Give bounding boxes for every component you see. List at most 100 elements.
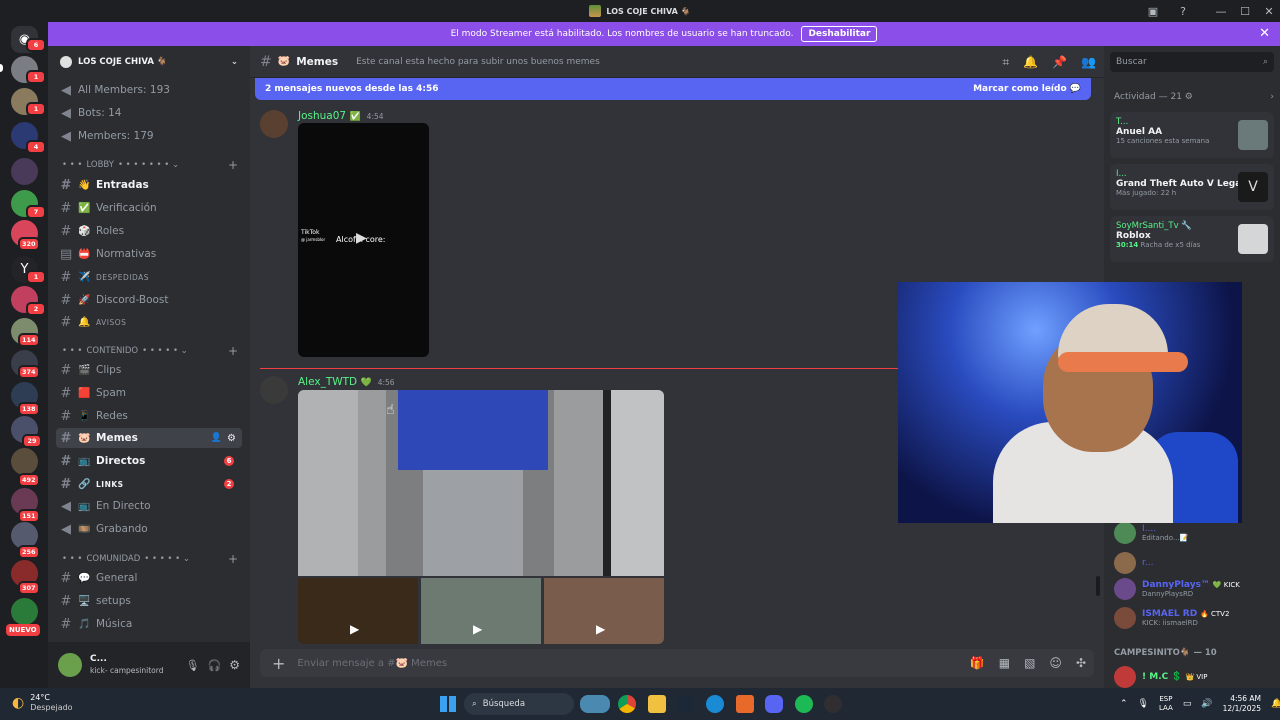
clock[interactable]: 4:56 AM 12/1/2025 — [1223, 694, 1261, 714]
message-input[interactable]: + Enviar mensaje a #🐷 Memes 🎁 ▦ ▧ ☺ ✣ — [260, 649, 1094, 677]
channel-musica[interactable]: # 🎵 Música — [56, 614, 242, 634]
channel-directos[interactable]: # 📺 Directos 6 — [56, 451, 242, 471]
add-attachment-icon[interactable]: + — [272, 654, 285, 673]
channel-links[interactable]: # 🔗 LINKS 2 — [56, 474, 242, 494]
search-input[interactable]: Buscar ⌕ — [1110, 52, 1274, 72]
channel-general[interactable]: # 💬 General — [56, 568, 242, 588]
image-attachment[interactable] — [298, 390, 664, 576]
message-author[interactable]: Alex_TWTD 💚 4:56 — [298, 376, 395, 388]
channel-grabando[interactable]: ◀ 🎞️ Grabando — [56, 519, 242, 539]
category-comunidad[interactable]: • • • COMUNIDAD • • • • • ⌄ + — [62, 552, 242, 566]
channel-spam[interactable]: # 🟥 Spam — [56, 383, 242, 403]
volume-icon[interactable]: 🔊 — [1201, 699, 1212, 709]
member-row[interactable]: ! M.C 💲 👑 VIP — [1114, 666, 1207, 688]
channel-memes[interactable]: # 🐷 Memes 👤 ⚙ — [56, 428, 242, 448]
gear-icon[interactable]: ⚙ — [1185, 92, 1193, 102]
member-row[interactable]: ISMAEL RD 🔥 CTV2 KICK: iismaelRD — [1114, 607, 1229, 629]
app-icon[interactable] — [736, 695, 754, 713]
channel-roles[interactable]: # 🎲 Roles — [56, 221, 242, 241]
channel-verificacion[interactable]: # ✅ Verificación — [56, 198, 242, 218]
image-attachment[interactable]: ▶ — [544, 578, 664, 644]
emoji-icon[interactable]: ☺ — [1049, 656, 1062, 670]
sticker-icon[interactable]: ▧ — [1024, 656, 1035, 670]
monitor-icon[interactable]: ▭ — [1183, 699, 1192, 709]
chevron-up-icon[interactable]: ⌃ — [1120, 699, 1128, 709]
stat-channel[interactable]: ◀ Members: 179 — [56, 126, 242, 146]
add-channel-icon[interactable]: + — [228, 344, 238, 358]
apps-icon[interactable]: ✣ — [1076, 656, 1086, 670]
server-icon[interactable] — [11, 158, 38, 185]
channel-setups[interactable]: # 🖥️ setups — [56, 591, 242, 611]
gear-icon[interactable]: ⚙ — [229, 658, 240, 672]
image-attachment[interactable]: ▶ — [298, 578, 418, 644]
inbox-icon[interactable]: ▣ — [1140, 0, 1166, 22]
play-icon[interactable]: ▶ — [356, 230, 367, 246]
discord-icon[interactable] — [765, 695, 783, 713]
boat-icon[interactable] — [580, 695, 610, 713]
avatar[interactable] — [260, 110, 288, 138]
invite-icon[interactable]: 👤 — [211, 433, 222, 443]
server-icon[interactable] — [11, 598, 38, 625]
server-header[interactable]: LOS COJE CHIVA 🐐 ⌄ — [48, 46, 250, 78]
edge-icon[interactable] — [706, 695, 724, 713]
bell-icon[interactable]: 🔔 — [1023, 55, 1038, 70]
gear-icon[interactable]: ⚙ — [227, 433, 236, 444]
weather-widget[interactable]: ◐ 24°C Despejado — [12, 693, 73, 713]
activity-header[interactable]: Actividad — 21 ⚙ › — [1114, 92, 1274, 102]
language-indicator[interactable]: ESP LAA — [1159, 695, 1173, 713]
category-contenido[interactable]: • • • CONTENIDO • • • • • ⌄ + — [62, 344, 242, 358]
member-row[interactable]: r... — [1114, 552, 1153, 574]
windows-start-icon[interactable] — [440, 696, 456, 712]
close-banner-icon[interactable]: ✕ — [1259, 26, 1270, 41]
channel-entradas[interactable]: # 👋 Entradas — [56, 175, 242, 195]
channel-redes[interactable]: # 📱 Redes — [56, 406, 242, 426]
activity-card[interactable]: SoyMrSanti_Tv 🔧 Roblox 30:14 Racha de x5… — [1110, 216, 1274, 262]
threads-icon[interactable]: ⌗ — [1002, 55, 1009, 70]
stat-channel[interactable]: ◀ All Members: 193 — [56, 80, 242, 100]
folder-icon[interactable] — [648, 695, 666, 713]
image-attachment[interactable]: ▶ — [421, 578, 541, 644]
avatar[interactable] — [260, 376, 288, 404]
channel-avisos[interactable]: # 🔔 AVISOS — [56, 312, 242, 332]
channel-clips[interactable]: # 🎬 Clips — [56, 360, 242, 380]
pin-icon[interactable]: 📌 — [1052, 55, 1067, 70]
add-channel-icon[interactable]: + — [228, 552, 238, 566]
obs-icon[interactable] — [824, 695, 842, 713]
disable-streamer-button[interactable]: Deshabilitar — [801, 26, 878, 42]
message-author[interactable]: Joshua07 ✅ 4:54 — [298, 110, 384, 122]
category-lobby[interactable]: • • • LOBBY • • • • • • • ⌄ + — [62, 158, 242, 172]
chevron-right-icon[interactable]: › — [1270, 92, 1274, 102]
user-info[interactable]: C... kick- campesinitord — [90, 654, 178, 676]
minimize-button[interactable]: — — [1208, 0, 1234, 22]
member-row[interactable]: I.... Editando...📝 — [1114, 522, 1188, 544]
maximize-button[interactable]: ☐ — [1232, 0, 1258, 22]
taskbar-search[interactable]: ⌕ Búsqueda — [464, 693, 574, 715]
close-button[interactable]: ✕ — [1256, 0, 1280, 22]
steam-icon[interactable] — [677, 695, 695, 713]
channel-en-directo[interactable]: ◀ 📺 En Directo — [56, 496, 242, 516]
notification-icon[interactable]: 🔔 — [1271, 699, 1280, 709]
spotify-icon[interactable] — [795, 695, 813, 713]
mark-read-button[interactable]: Marcar como leído 💬 — [973, 84, 1081, 94]
add-channel-icon[interactable]: + — [228, 158, 238, 172]
member-row[interactable]: DannyPlays™ 💚 KICK DannyPlaysRD — [1114, 578, 1240, 600]
help-icon[interactable]: ? — [1170, 0, 1196, 22]
channel-topic[interactable]: Este canal esta hecho para subir unos bu… — [356, 57, 600, 67]
mic-icon[interactable]: 🎙 — [1138, 699, 1149, 709]
activity-card[interactable]: T... Anuel AA 15 canciones esta semana — [1110, 112, 1274, 158]
avatar[interactable] — [58, 653, 82, 677]
headphones-icon[interactable]: 🎧 — [208, 659, 222, 672]
stat-channel[interactable]: ◀ Bots: 14 — [56, 103, 242, 123]
channel-discord-boost[interactable]: # 🚀 Discord-Boost — [56, 290, 242, 310]
chrome-icon[interactable] — [618, 695, 636, 713]
gift-icon[interactable]: 🎁 — [970, 656, 985, 670]
scrollbar[interactable] — [1096, 576, 1100, 596]
mic-icon[interactable]: 🎙 — [186, 659, 200, 672]
server-icon[interactable] — [11, 448, 38, 475]
new-messages-bar[interactable]: 2 mensajes nuevos desde las 4:56 Marcar … — [255, 78, 1091, 100]
video-attachment[interactable]: TikTok @ jarmsblor Alcofol core: ▶ — [298, 123, 429, 357]
activity-card[interactable]: I... Grand Theft Auto V Legacy Más jugad… — [1110, 164, 1274, 210]
channel-normativas[interactable]: ▤ 📛 Normativas — [56, 244, 242, 264]
members-icon[interactable]: 👥 — [1081, 55, 1096, 70]
channel-despedidas[interactable]: # ✈️ DESPEDIDAS — [56, 267, 242, 287]
